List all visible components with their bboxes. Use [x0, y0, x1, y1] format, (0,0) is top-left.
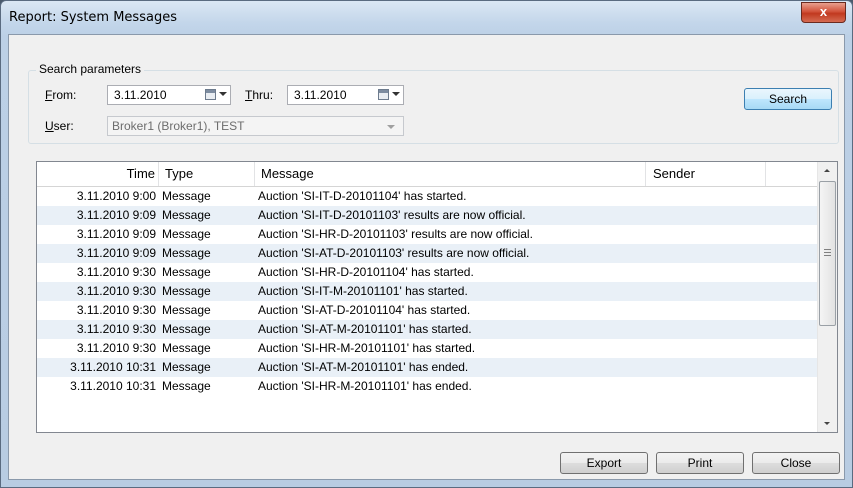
user-label: User: — [45, 119, 74, 133]
table-row[interactable]: 3.11.2010 9:30 Message Auction 'SI-HR-D-… — [37, 263, 818, 282]
user-select[interactable]: Broker1 (Broker1), TEST — [107, 116, 404, 136]
column-header-type[interactable]: Type — [159, 162, 255, 186]
grip-icon — [824, 249, 831, 256]
table-row[interactable]: 3.11.2010 9:30 Message Auction 'SI-IT-M-… — [37, 282, 818, 301]
cell-type: Message — [162, 189, 211, 203]
scroll-up-button[interactable] — [818, 162, 836, 179]
cell-message: Auction 'SI-HR-D-20101104' has started. — [258, 265, 474, 279]
export-button[interactable]: Export — [560, 452, 648, 474]
table-row[interactable]: 3.11.2010 9:00 Message Auction 'SI-IT-D-… — [37, 187, 818, 206]
cell-type: Message — [162, 341, 211, 355]
cell-type: Message — [162, 284, 211, 298]
cell-type: Message — [162, 360, 211, 374]
cell-message: Auction 'SI-IT-D-20101104' has started. — [258, 189, 467, 203]
chevron-down-icon — [219, 92, 227, 96]
from-date-picker[interactable]: 3.11.2010 — [107, 85, 231, 105]
close-button[interactable]: Close — [752, 452, 840, 474]
cell-type: Message — [162, 303, 211, 317]
window-close-button[interactable]: x — [801, 2, 846, 23]
cell-message: Auction 'SI-AT-M-20101101' has started. — [258, 322, 472, 336]
scrollbar-thumb[interactable] — [819, 181, 836, 326]
cell-type: Message — [162, 246, 211, 260]
cell-time: 3.11.2010 9:09 — [76, 208, 156, 222]
cell-time: 3.11.2010 9:09 — [76, 227, 156, 241]
vertical-scrollbar[interactable] — [817, 162, 837, 432]
table-row[interactable]: 3.11.2010 9:30 Message Auction 'SI-AT-D-… — [37, 301, 818, 320]
cell-time: 3.11.2010 9:30 — [76, 265, 156, 279]
cell-message: Auction 'SI-HR-M-20101101' has ended. — [258, 379, 472, 393]
table-row[interactable]: 3.11.2010 9:09 Message Auction 'SI-IT-D-… — [37, 206, 818, 225]
cell-message: Auction 'SI-AT-D-20101103' results are n… — [258, 246, 530, 260]
from-label: From: — [45, 88, 77, 102]
chevron-down-icon — [392, 92, 400, 96]
from-date-value: 3.11.2010 — [114, 88, 167, 102]
cell-time: 3.11.2010 9:30 — [76, 341, 156, 355]
thru-label: Thru: — [245, 88, 274, 102]
cell-time: 3.11.2010 10:31 — [70, 379, 156, 393]
search-parameters-title: Search parameters — [36, 62, 145, 76]
cell-message: Auction 'SI-IT-D-20101103' results are n… — [258, 208, 526, 222]
grid-rows: 3.11.2010 9:00 Message Auction 'SI-IT-D-… — [37, 187, 818, 396]
calendar-icon — [205, 89, 216, 100]
search-button[interactable]: Search — [744, 88, 832, 110]
table-row[interactable]: 3.11.2010 9:30 Message Auction 'SI-AT-M-… — [37, 320, 818, 339]
cell-time: 3.11.2010 9:09 — [76, 246, 156, 260]
table-row[interactable]: 3.11.2010 10:31 Message Auction 'SI-AT-M… — [37, 358, 818, 377]
close-icon: x — [819, 4, 828, 19]
table-row[interactable]: 3.11.2010 10:31 Message Auction 'SI-HR-M… — [37, 377, 818, 396]
from-calendar-dropdown[interactable] — [205, 89, 227, 101]
column-header-filler — [766, 162, 818, 186]
grid-header: Time Type Message Sender — [37, 162, 818, 187]
column-header-message[interactable]: Message — [255, 162, 646, 186]
cell-time: 3.11.2010 10:31 — [70, 360, 156, 374]
title-bar[interactable]: Report: System Messages x — [1, 1, 852, 34]
cell-message: Auction 'SI-AT-M-20101101' has ended. — [258, 360, 469, 374]
table-row[interactable]: 3.11.2010 9:09 Message Auction 'SI-AT-D-… — [37, 244, 818, 263]
cell-message: Auction 'SI-AT-D-20101104' has started. — [258, 303, 471, 317]
cell-type: Message — [162, 265, 211, 279]
chevron-up-icon — [824, 169, 830, 172]
thru-date-picker[interactable]: 3.11.2010 — [287, 85, 404, 105]
cell-type: Message — [162, 227, 211, 241]
scroll-down-button[interactable] — [818, 415, 836, 432]
thru-calendar-dropdown[interactable] — [378, 89, 400, 101]
chevron-down-icon — [824, 422, 830, 425]
table-row[interactable]: 3.11.2010 9:30 Message Auction 'SI-HR-M-… — [37, 339, 818, 358]
cell-type: Message — [162, 208, 211, 222]
column-header-sender[interactable]: Sender — [646, 162, 766, 186]
cell-type: Message — [162, 322, 211, 336]
cell-time: 3.11.2010 9:30 — [76, 284, 156, 298]
chevron-down-icon — [387, 125, 395, 129]
cell-message: Auction 'SI-HR-M-20101101' has started. — [258, 341, 476, 355]
window-title: Report: System Messages — [9, 10, 177, 25]
thru-date-value: 3.11.2010 — [294, 88, 347, 102]
cell-time: 3.11.2010 9:30 — [76, 322, 156, 336]
calendar-icon — [378, 89, 389, 100]
cell-message: Auction 'SI-HR-D-20101103' results are n… — [258, 227, 533, 241]
cell-time: 3.11.2010 9:30 — [76, 303, 156, 317]
messages-grid[interactable]: Time Type Message Sender 3.11.2010 9:00 … — [36, 161, 838, 433]
cell-message: Auction 'SI-IT-M-20101101' has started. — [258, 284, 468, 298]
user-select-value: Broker1 (Broker1), TEST — [112, 119, 245, 133]
table-row[interactable]: 3.11.2010 9:09 Message Auction 'SI-HR-D-… — [37, 225, 818, 244]
print-button[interactable]: Print — [656, 452, 744, 474]
cell-time: 3.11.2010 9:00 — [76, 189, 156, 203]
cell-type: Message — [162, 379, 211, 393]
column-header-time[interactable]: Time — [37, 162, 159, 186]
